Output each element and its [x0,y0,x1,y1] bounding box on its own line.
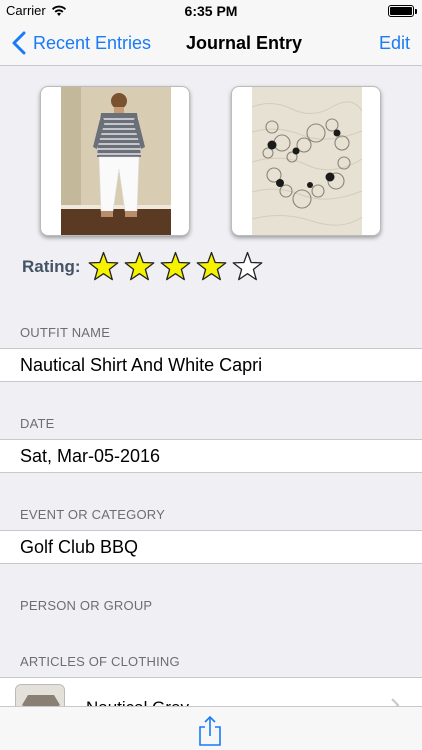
photo-gallery [0,86,422,236]
star-empty-icon[interactable] [231,250,264,283]
rating-label: Rating: [22,256,81,276]
battery-fill [390,7,412,15]
section-header-date: DATE [20,416,55,431]
status-bar: Carrier 6:35 PM [0,0,422,22]
star-filled-icon[interactable] [87,250,120,283]
battery-nub [415,9,417,14]
event-cell[interactable]: Golf Club BBQ [0,530,422,564]
outfit-photo[interactable] [40,86,190,236]
navigation-bar: Recent Entries Journal Entry Edit [0,22,422,66]
section-header-person: PERSON OR GROUP [20,598,153,613]
outfit-name-cell[interactable]: Nautical Shirt And White Capri [0,348,422,382]
status-time: 6:35 PM [184,3,238,19]
event-value: Golf Club BBQ [20,537,139,557]
date-value: Sat, Mar-05-2016 [20,446,161,466]
star-filled-icon[interactable] [123,250,156,283]
outfit-name-value: Nautical Shirt And White Capri [20,355,263,375]
star-rating[interactable] [87,250,264,283]
share-icon[interactable] [196,715,224,747]
date-cell[interactable]: Sat, Mar-05-2016 [0,439,422,473]
bottom-toolbar [0,706,422,750]
accessory-photo-image [252,87,362,235]
star-filled-icon[interactable] [159,250,192,283]
section-header-articles: ARTICLES OF CLOTHING [20,654,180,669]
star-filled-icon[interactable] [195,250,228,283]
accessory-photo[interactable] [231,86,381,236]
battery-icon [388,5,417,17]
page-title-text: Journal Entry [185,33,303,53]
section-header-event: EVENT OR CATEGORY [20,507,165,522]
section-header-outfit-name: OUTFIT NAME [20,325,111,340]
edit-button[interactable]: Edit [379,33,410,54]
page-title: Journal Entry [0,33,422,54]
rating-row: Rating: [22,250,264,283]
outfit-photo-image [61,87,171,235]
